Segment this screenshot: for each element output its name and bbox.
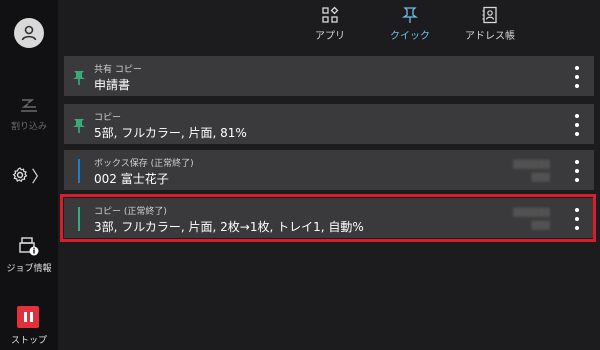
job-item-copy-completed[interactable]: コピー (正常終了) 3部, フルカラー, 片面, 2枚→1枚, トレイ1, 自…: [64, 198, 594, 238]
job-category: コピー (正常終了): [94, 207, 167, 217]
pin-icon: [73, 71, 85, 85]
quick-screen: 割り込み 〉 ジョブ情報 ストップ アプリ クイック アドレス帳 共有 コピー …: [0, 0, 600, 350]
stop-label: ストップ: [10, 336, 47, 346]
address-book-icon: [482, 6, 497, 24]
job-info-button[interactable]: ジョブ情報: [0, 236, 58, 274]
interrupt-button[interactable]: 割り込み: [0, 96, 58, 132]
more-options-button[interactable]: [574, 208, 580, 230]
job-category: 共有 コピー: [94, 65, 142, 75]
job-title: 5部, フルカラー, 片面, 81%: [94, 126, 247, 140]
job-timestamp: ▒▒▒▒▒▒ ▒▒▒: [513, 208, 550, 230]
pause-icon: [23, 312, 27, 322]
more-options-button[interactable]: [574, 160, 580, 182]
apps-icon: [322, 6, 339, 23]
pin-icon: [73, 119, 85, 133]
job-item-shared-copy[interactable]: 共有 コピー 申請書: [64, 56, 594, 96]
interrupt-icon: [21, 99, 37, 112]
job-title: 申請書: [94, 78, 131, 92]
settings-button[interactable]: 〉: [0, 163, 58, 187]
status-bar: [78, 207, 80, 231]
pause-icon-bar: [29, 312, 33, 322]
job-item-box-save[interactable]: ボックス保存 (正常終了) 002 富士花子 ▒▒▒▒▒▒ ▒▒▒: [64, 150, 594, 190]
job-timestamp: ▒▒▒▒▒▒ ▒▒▒: [513, 160, 550, 182]
tab-quick[interactable]: クイック: [370, 6, 450, 42]
interrupt-label: 割り込み: [10, 122, 47, 132]
user-icon: [21, 25, 37, 41]
more-options-button[interactable]: [574, 66, 580, 88]
job-category: ボックス保存 (正常終了): [94, 159, 194, 169]
job-info-label: ジョブ情報: [6, 264, 52, 274]
tab-address-book[interactable]: アドレス帳: [450, 6, 530, 42]
left-rail: 割り込み 〉 ジョブ情報 ストップ: [0, 0, 58, 350]
stop-button[interactable]: [17, 306, 39, 328]
tab-quick-label: クイック: [390, 31, 430, 42]
job-item-copy[interactable]: コピー 5部, フルカラー, 片面, 81%: [64, 104, 594, 144]
chevron-right-icon: 〉: [31, 167, 48, 186]
pin-icon: [401, 7, 419, 23]
stop-label-wrap: ストップ: [0, 333, 58, 346]
more-options-button[interactable]: [574, 114, 580, 136]
job-title: 3部, フルカラー, 片面, 2枚→1枚, トレイ1, 自動%: [94, 220, 364, 234]
gear-icon: [12, 167, 27, 183]
tab-address-book-label: アドレス帳: [465, 31, 515, 42]
job-info-icon: [19, 237, 39, 256]
job-category: コピー: [94, 113, 122, 123]
status-bar: [78, 159, 80, 183]
tab-apps[interactable]: アプリ: [290, 6, 370, 42]
tab-apps-label: アプリ: [315, 31, 345, 42]
job-title: 002 富士花子: [94, 172, 169, 186]
user-avatar-button[interactable]: [14, 18, 44, 48]
